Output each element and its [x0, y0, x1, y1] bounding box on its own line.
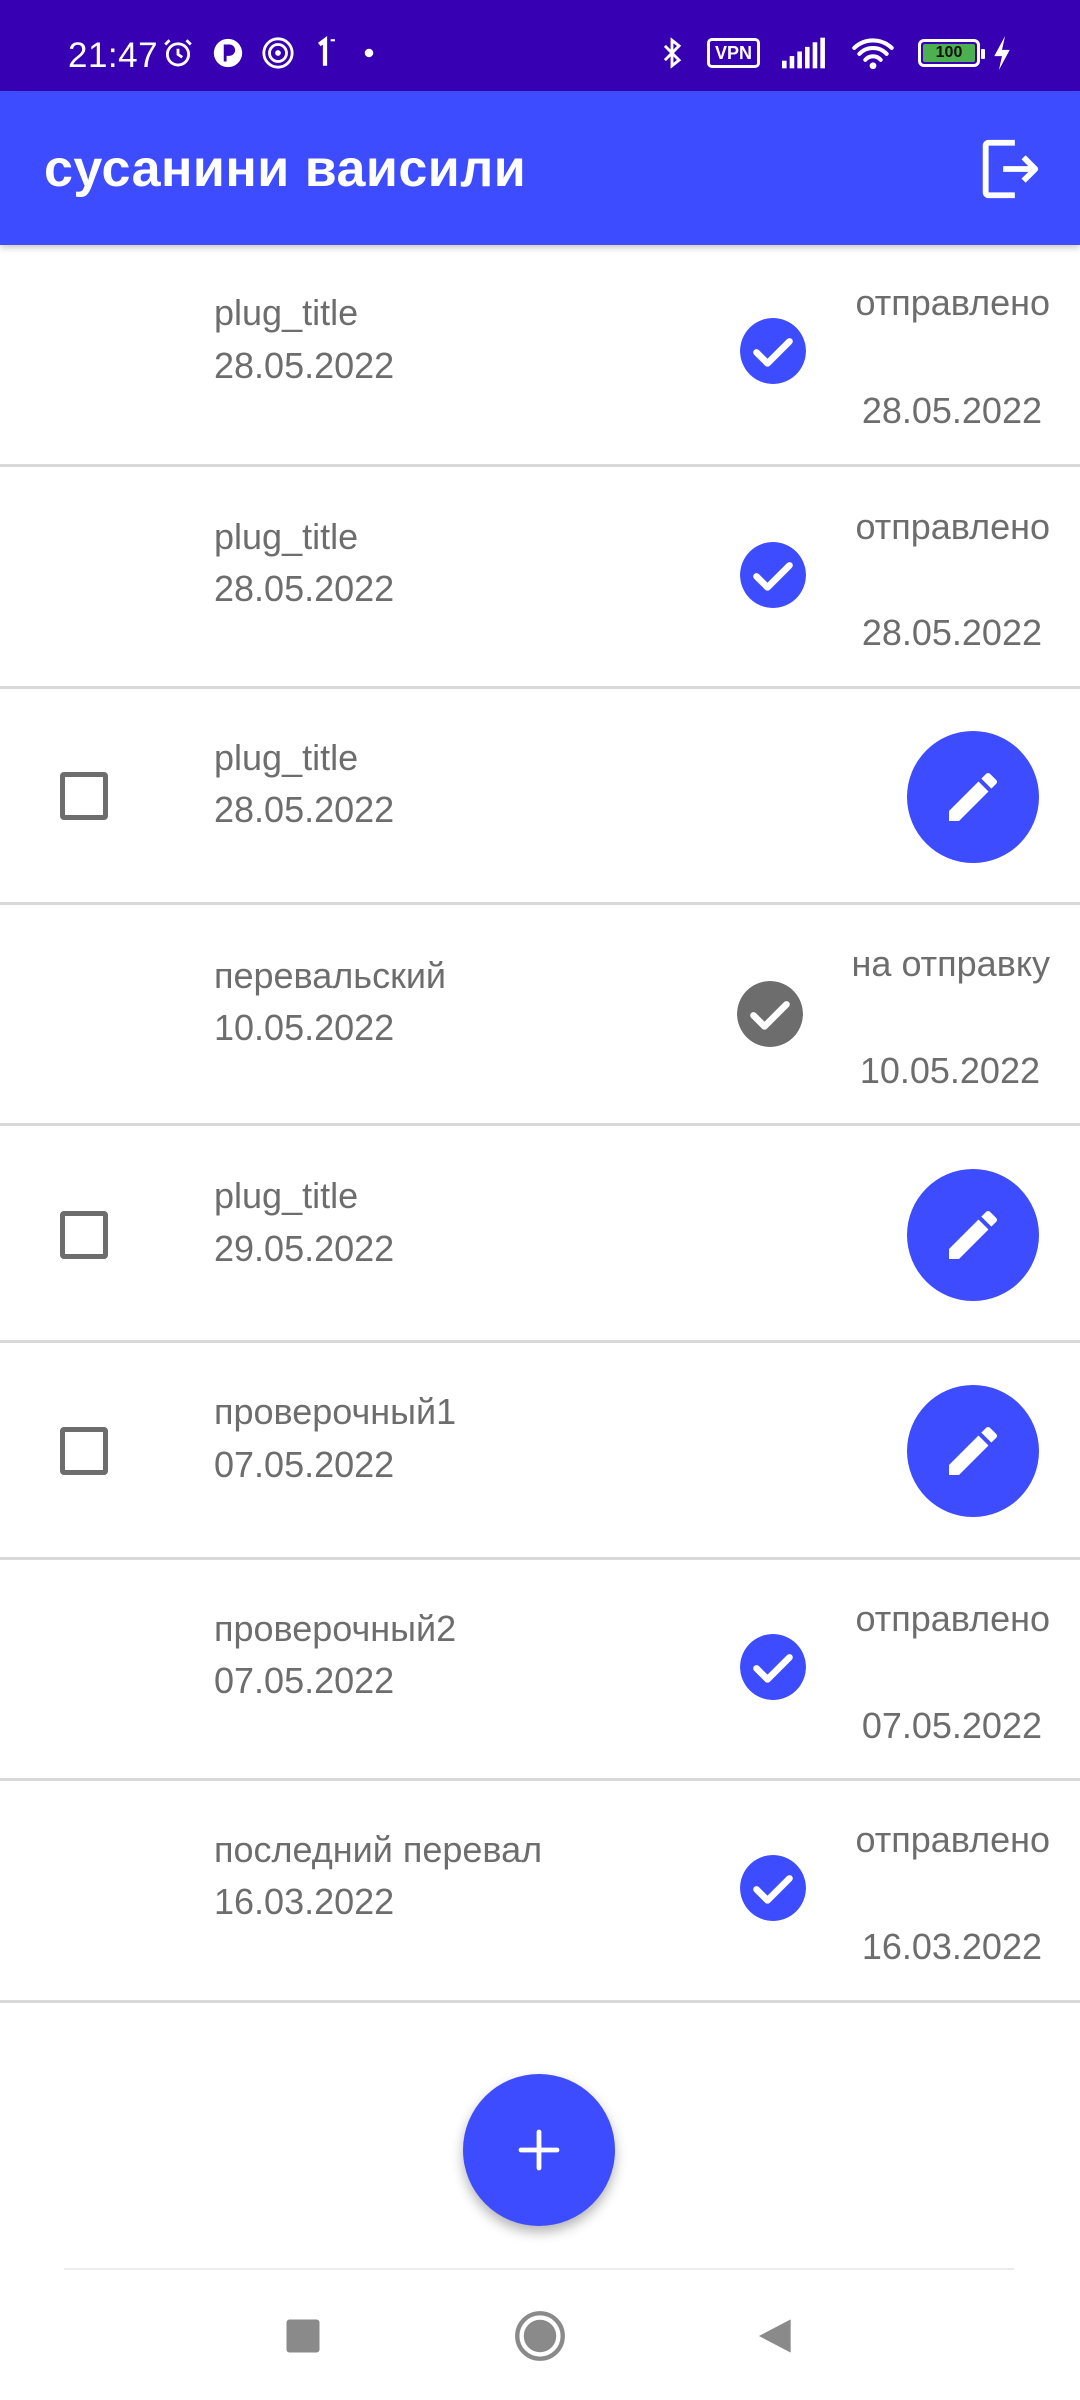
status-time: 21:47	[68, 36, 159, 75]
pencil-icon	[949, 1426, 998, 1475]
logout-icon[interactable]	[974, 134, 1044, 204]
sent-check-icon	[740, 1855, 806, 1921]
status-date: 16.03.2022	[861, 1926, 1042, 1967]
status-label: отправлено	[855, 1598, 1050, 1639]
status-right-icons: VPN 100	[659, 36, 1012, 70]
list-item[interactable]: проверочный2 07.05.2022 отправлено 07.05…	[0, 1560, 1080, 1781]
item-date: 07.05.2022	[214, 1444, 395, 1485]
list-item[interactable]: проверочный1 07.05.2022	[0, 1343, 1080, 1560]
status-date: 28.05.2022	[861, 390, 1042, 431]
bluetooth-icon	[663, 37, 682, 69]
charging-icon	[994, 36, 1010, 70]
item-date: 28.05.2022	[214, 568, 395, 609]
select-checkbox[interactable]	[60, 1211, 108, 1259]
item-date: 10.05.2022	[214, 1007, 395, 1048]
status-label: на отправку	[851, 943, 1050, 984]
battery-tip	[981, 49, 985, 59]
status-label: отправлено	[855, 1819, 1050, 1860]
list-item[interactable]: перевальский 10.05.2022 на отправку 10.0…	[0, 905, 1080, 1126]
list-item[interactable]: plug_title 28.05.2022	[0, 689, 1080, 905]
item-date: 28.05.2022	[214, 789, 395, 830]
home-circle-icon[interactable]	[514, 2310, 566, 2362]
wifi-icon	[852, 38, 894, 70]
item-date: 28.05.2022	[214, 345, 395, 386]
status-label: отправлено	[855, 506, 1050, 547]
item-title: plug_title	[214, 516, 359, 557]
one-app-icon	[318, 36, 335, 66]
report-list: plug_title 28.05.2022 отправлено 28.05.2…	[0, 245, 1080, 2003]
back-triangle-icon[interactable]	[754, 2316, 794, 2356]
pending-check-icon	[737, 981, 803, 1047]
edit-button[interactable]	[907, 1169, 1039, 1301]
item-date: 29.05.2022	[214, 1228, 395, 1269]
vpn-icon: VPN	[706, 38, 760, 68]
item-title: plug_title	[214, 737, 359, 778]
pencil-icon	[949, 1210, 998, 1259]
select-checkbox[interactable]	[60, 1427, 108, 1475]
edit-button[interactable]	[907, 1385, 1039, 1517]
item-title: plug_title	[214, 1175, 359, 1216]
alarm-icon	[164, 39, 192, 67]
item-title: проверочный2	[214, 1608, 457, 1649]
item-title: перевальский	[214, 955, 447, 996]
item-date: 16.03.2022	[214, 1881, 395, 1922]
item-title: проверочный1	[214, 1391, 457, 1432]
item-title: plug_title	[214, 292, 359, 333]
sent-check-icon	[740, 1634, 806, 1700]
recents-square-icon[interactable]	[285, 2318, 321, 2354]
list-item[interactable]: plug_title 29.05.2022	[0, 1126, 1080, 1343]
status-date: 10.05.2022	[859, 1050, 1040, 1091]
app-bar: сусанини ваисили	[0, 91, 1080, 245]
status-bar: 21:47 VPN 100	[0, 0, 1080, 91]
status-date: 07.05.2022	[861, 1705, 1042, 1746]
notification-app-icon	[213, 38, 243, 68]
list-item[interactable]: plug_title 28.05.2022 отправлено 28.05.2…	[0, 245, 1080, 467]
sent-check-icon	[740, 542, 806, 608]
spiral-app-icon	[262, 37, 294, 69]
system-nav-bar	[0, 2270, 1080, 2400]
add-report-button[interactable]	[463, 2074, 615, 2226]
signal-icon	[782, 37, 825, 69]
item-title: последний перевал	[214, 1829, 543, 1870]
status-label: отправлено	[855, 282, 1050, 323]
status-date: 28.05.2022	[861, 612, 1042, 653]
list-item[interactable]: последний перевал 16.03.2022 отправлено …	[0, 1781, 1080, 2003]
sent-check-icon	[740, 318, 806, 384]
screen: 21:47 VPN 100 сусанини ваисили plug_titl…	[0, 0, 1080, 2400]
select-checkbox[interactable]	[60, 772, 108, 820]
dot-icon	[364, 48, 374, 58]
battery-icon: 100	[918, 39, 985, 67]
pencil-icon	[949, 772, 998, 821]
edit-button[interactable]	[907, 731, 1039, 863]
app-title: сусанини ваисили	[44, 140, 527, 198]
plus-icon	[518, 2129, 560, 2171]
battery-level: 100	[923, 44, 975, 62]
status-left-icons	[160, 36, 384, 70]
list-item[interactable]: plug_title 28.05.2022 отправлено 28.05.2…	[0, 467, 1080, 689]
item-date: 07.05.2022	[214, 1660, 395, 1701]
